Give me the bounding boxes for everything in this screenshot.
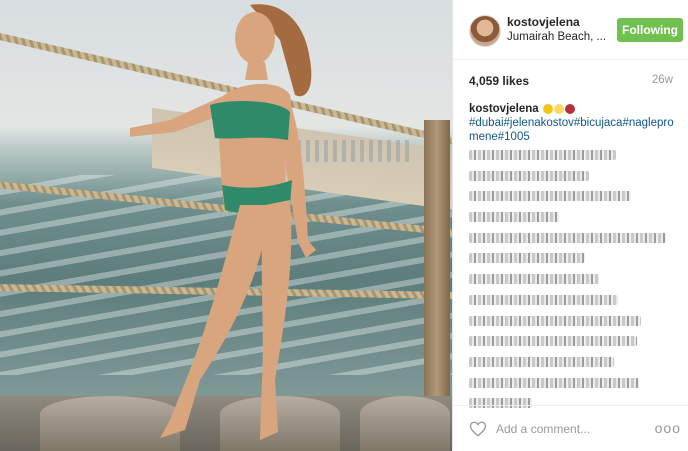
post-sidebar: kostovjelena Jumairah Beach, ... Followi… xyxy=(452,0,688,451)
username-link[interactable]: kostovjelena xyxy=(507,15,580,29)
comment-row xyxy=(469,315,642,326)
comment-row xyxy=(469,356,614,367)
post-header: kostovjelena Jumairah Beach, ... Followi… xyxy=(453,0,688,60)
emoji-icon xyxy=(553,103,564,114)
more-options-icon[interactable]: ooo xyxy=(655,420,681,436)
likes-count[interactable]: 4,059 likes xyxy=(469,74,529,88)
comment-row xyxy=(469,377,640,388)
emoji-icon xyxy=(542,103,553,114)
heart-icon[interactable] xyxy=(469,420,487,438)
comment-row xyxy=(469,274,600,285)
comment-row xyxy=(469,212,560,223)
comments-list xyxy=(469,150,679,419)
comment-row xyxy=(469,253,585,264)
post-age[interactable]: 26w xyxy=(652,74,673,86)
comment-row xyxy=(469,191,631,202)
following-button[interactable]: Following xyxy=(617,18,683,42)
comment-row xyxy=(469,150,616,160)
post-photo[interactable] xyxy=(0,0,452,451)
comment-row xyxy=(469,232,667,243)
woman-figure xyxy=(130,4,316,440)
comment-row xyxy=(469,170,589,181)
comment-input[interactable]: Add a comment... xyxy=(496,422,590,436)
comment-row xyxy=(469,294,619,305)
avatar[interactable] xyxy=(469,15,501,47)
caption-username[interactable]: kostovjelena xyxy=(469,103,539,115)
location-link[interactable]: Jumairah Beach, ... xyxy=(507,31,607,43)
comment-bar: Add a comment... ooo xyxy=(453,405,688,451)
pier-pile xyxy=(360,396,450,451)
post-caption: kostovjelena #dubai#jelenakostov#bicujac… xyxy=(469,102,679,144)
emoji-icon xyxy=(564,103,575,114)
wooden-post xyxy=(424,120,450,420)
post-stats: 4,059 likes 26w xyxy=(469,74,673,88)
caption-hashtags[interactable]: #dubai#jelenakostov#bicujaca#naglepromen… xyxy=(469,117,674,143)
comment-row xyxy=(469,336,637,347)
